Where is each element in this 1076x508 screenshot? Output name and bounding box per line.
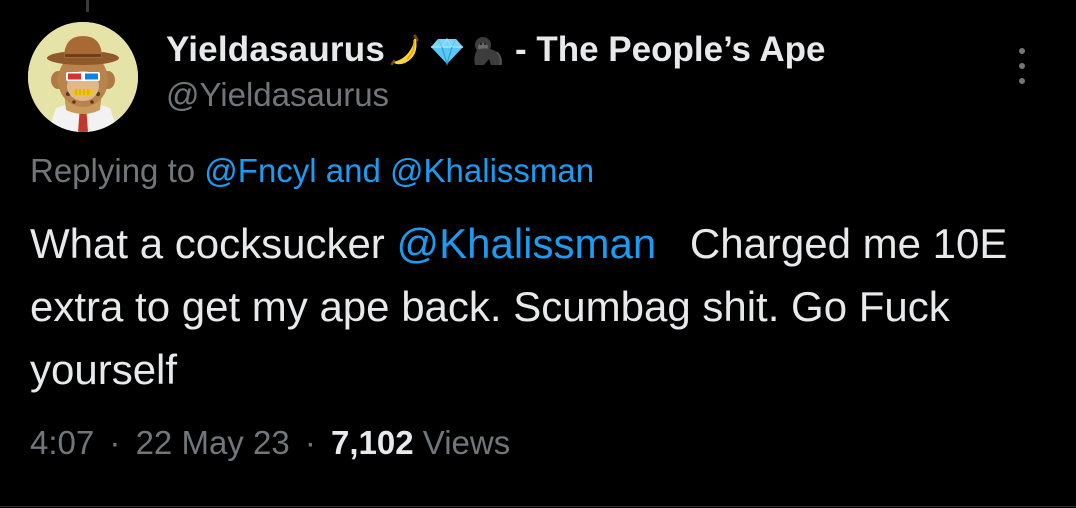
tweet-time[interactable]: 4:07 bbox=[30, 424, 94, 461]
more-dot bbox=[1019, 48, 1025, 54]
tweet[interactable]: Yieldasaurus - The People’s Ape @Yieldas… bbox=[0, 0, 1076, 508]
reply-mention-khalissman[interactable]: @Khalissman bbox=[390, 152, 594, 189]
meta-separator: · bbox=[304, 424, 316, 461]
reply-joiner[interactable]: and bbox=[326, 152, 381, 189]
banana-emoji-icon bbox=[389, 32, 425, 68]
views-label: Views bbox=[422, 424, 511, 461]
tweet-text: What a cocksucker @Khalissman Charged me… bbox=[30, 212, 1040, 401]
ape-avatar-image bbox=[28, 22, 138, 132]
divider bbox=[0, 506, 1076, 507]
reply-mention-fncyl[interactable]: @Fncyl bbox=[204, 152, 316, 189]
body-mention-khalissman[interactable]: @Khalissman bbox=[396, 220, 656, 267]
more-dot bbox=[1019, 63, 1025, 69]
more-dot bbox=[1019, 78, 1025, 84]
tweet-header: Yieldasaurus - The People’s Ape @Yieldas… bbox=[166, 28, 986, 114]
more-vertical-icon[interactable] bbox=[1012, 48, 1032, 84]
name-row[interactable]: Yieldasaurus - The People’s Ape bbox=[166, 28, 986, 72]
diamond-emoji-icon bbox=[429, 32, 465, 68]
tweet-date[interactable]: 22 May 23 bbox=[136, 424, 290, 461]
display-name-suffix: - The People’s Ape bbox=[514, 30, 826, 69]
replying-to-line: Replying to @Fncyl and @Khalissman bbox=[30, 152, 594, 190]
display-name[interactable]: Yieldasaurus bbox=[166, 30, 385, 70]
gorilla-emoji-icon bbox=[469, 32, 505, 68]
replying-prefix: Replying to bbox=[30, 152, 196, 189]
thread-connector bbox=[86, 0, 89, 12]
tweet-text-prefix: What a cocksucker bbox=[30, 220, 385, 267]
user-handle[interactable]: @Yieldasaurus bbox=[166, 76, 986, 114]
tweet-metadata: 4:07 · 22 May 23 · 7,102 Views bbox=[30, 424, 510, 462]
meta-separator: · bbox=[109, 424, 121, 461]
avatar[interactable] bbox=[28, 22, 138, 132]
views-count[interactable]: 7,102 bbox=[331, 424, 414, 461]
